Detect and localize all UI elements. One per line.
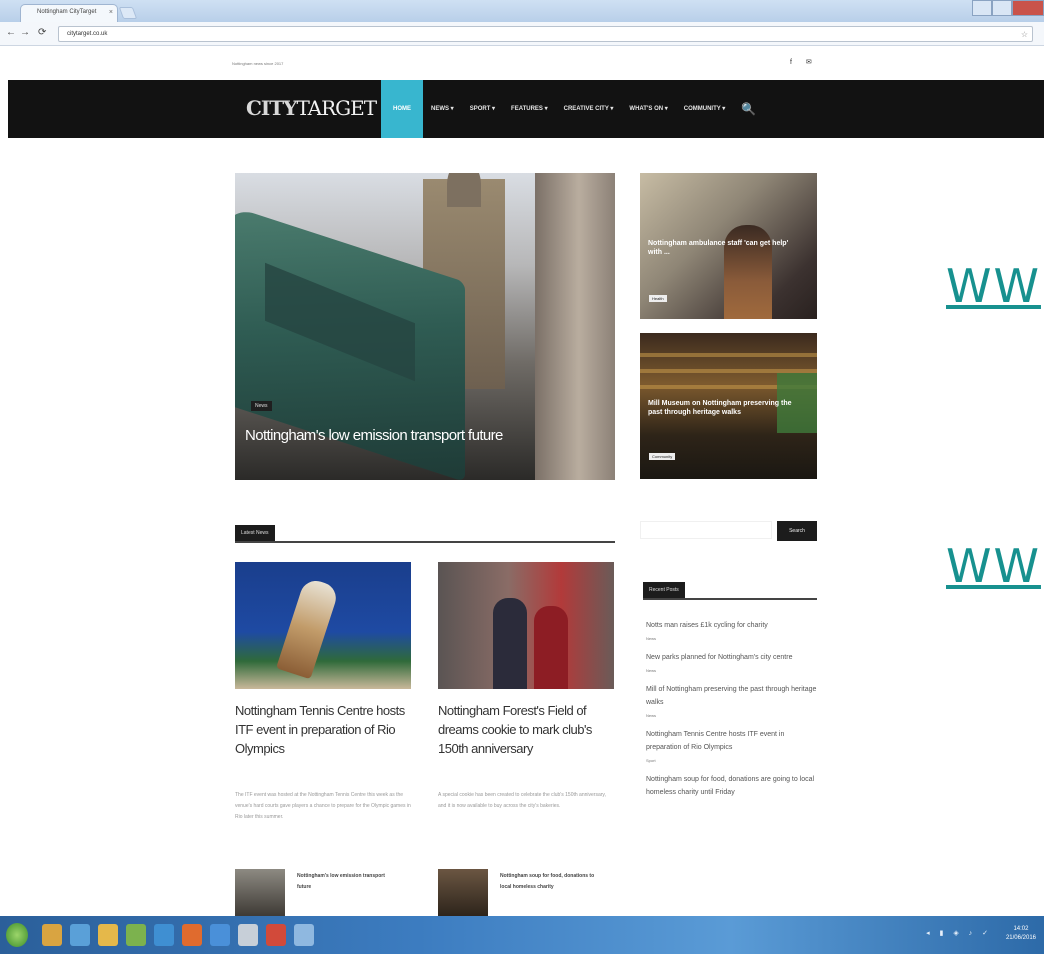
thumbnail-person: [534, 606, 568, 689]
thumbnail-figure: [276, 576, 340, 680]
post-meta: News: [646, 668, 657, 673]
site-logo[interactable]: CITYTARGET: [246, 96, 377, 120]
article-thumbnail[interactable]: [438, 562, 614, 689]
back-arrow-icon[interactable]: ←: [6, 28, 16, 38]
site-topbar-text: Nottingham news since 2017: [232, 61, 284, 66]
post-title[interactable]: Nottingham soup for food, donations are …: [646, 773, 818, 799]
article-title[interactable]: Nottingham Tennis Centre hosts ITF event…: [235, 701, 411, 758]
post-title[interactable]: Nottingham Tennis Centre hosts ITF event…: [646, 728, 818, 754]
latest-news-label: Latest News: [235, 525, 275, 541]
article-excerpt: The ITF event was hosted at the Nottingh…: [235, 792, 411, 820]
list-item[interactable]: Mill of Nottingham preserving the past t…: [646, 683, 818, 718]
small-article-thumbnail[interactable]: [235, 869, 285, 916]
small-article-thumbnail[interactable]: [438, 869, 488, 916]
taskbar-app-icon[interactable]: [154, 924, 174, 946]
article-card[interactable]: Nottingham Tennis Centre hosts ITF event…: [235, 562, 411, 823]
taskbar-app-icon[interactable]: [266, 924, 286, 946]
new-tab-button[interactable]: [118, 7, 138, 19]
article-title[interactable]: Nottingham Forest's Field of dreams cook…: [438, 701, 614, 758]
site-header: CITYTARGET Home News ▾ Sport ▾ Features …: [8, 80, 1044, 138]
post-meta: Sport: [646, 758, 656, 763]
hero-category-tag[interactable]: News: [251, 401, 272, 411]
minimize-button[interactable]: [972, 0, 992, 16]
main-menu: Home News ▾ Sport ▾ Features ▾ Creative …: [381, 80, 764, 138]
sidebar-search-button[interactable]: Search: [777, 521, 817, 541]
taskbar-clock[interactable]: 14:02 21/06/2016: [1006, 925, 1036, 943]
taskbar-app-icon[interactable]: [238, 924, 258, 946]
article-excerpt: A special cookie has been created to cel…: [438, 792, 606, 809]
post-meta: News: [646, 636, 657, 641]
clock-date: 21/06/2016: [1005, 935, 1036, 941]
taskbar-app-icon[interactable]: [294, 924, 314, 946]
browser-tab[interactable]: Nottingham CityTarget ×: [20, 4, 118, 22]
small-article-title[interactable]: Nottingham soup for food, donations to l…: [500, 871, 600, 893]
logo-target: TARGET: [296, 96, 377, 120]
overlay-link-text[interactable]: WW: [946, 539, 1041, 593]
hero-image-dome: [447, 173, 481, 207]
side-card-2[interactable]: Mill Museum on Nottingham preserving the…: [640, 333, 817, 479]
menu-item-home[interactable]: Home: [381, 80, 423, 138]
side-card-tag[interactable]: Community: [649, 453, 676, 460]
menu-item-features[interactable]: Features ▾: [503, 80, 556, 138]
recent-posts-label: Recent Posts: [643, 582, 685, 598]
browser-titlebar: Nottingham CityTarget ×: [0, 0, 1044, 22]
list-item[interactable]: New parks planned for Nottingham's city …: [646, 651, 818, 673]
article-thumbnail[interactable]: [235, 562, 411, 689]
overlay-link-text[interactable]: WW: [946, 259, 1041, 313]
taskbar-app-icon[interactable]: [70, 924, 90, 946]
web-page: Nottingham news since 2017 f ✉ CITYTARGE…: [0, 47, 1044, 916]
menu-item-news[interactable]: News ▾: [423, 80, 462, 138]
taskbar-app-icon[interactable]: [42, 924, 62, 946]
list-item[interactable]: Notts man raises £1k cycling for charity…: [646, 619, 818, 641]
menu-item-sport[interactable]: Sport ▾: [462, 80, 503, 138]
browser-toolbar: ← → ⟳ citytarget.co.uk ☆: [0, 22, 1044, 46]
post-meta: News: [646, 713, 657, 718]
forward-arrow-icon[interactable]: →: [20, 28, 30, 38]
card-image-stripe: [640, 353, 817, 357]
side-card-tag[interactable]: Health: [649, 295, 667, 302]
tab-title: Nottingham CityTarget: [37, 9, 97, 15]
side-card-title[interactable]: Nottingham ambulance staff 'can get help…: [648, 239, 798, 257]
search-icon[interactable]: 🔍: [733, 80, 764, 138]
window-controls: [972, 0, 1044, 18]
taskbar-app-icon[interactable]: [182, 924, 202, 946]
taskbar-app-icon[interactable]: [210, 924, 230, 946]
taskbar-app-icon[interactable]: [98, 924, 118, 946]
maximize-button[interactable]: [992, 0, 1012, 16]
recent-posts-list: Notts man raises £1k cycling for charity…: [646, 619, 818, 809]
article-card[interactable]: Nottingham Forest's Field of dreams cook…: [438, 562, 614, 812]
list-item[interactable]: Nottingham soup for food, donations are …: [646, 773, 818, 799]
clock-time: 14:02: [1013, 926, 1029, 932]
close-window-button[interactable]: [1012, 0, 1044, 16]
menu-item-community[interactable]: Community ▾: [676, 80, 734, 138]
post-title[interactable]: Mill of Nottingham preserving the past t…: [646, 683, 818, 709]
menu-item-creative-city[interactable]: Creative City ▾: [556, 80, 622, 138]
side-card-1[interactable]: Nottingham ambulance staff 'can get help…: [640, 173, 817, 319]
small-article-title[interactable]: Nottingham's low emission transport futu…: [297, 871, 397, 893]
os-taskbar: ◂ ▮ ◈ ♪ ✓ 14:02 21/06/2016: [0, 916, 1044, 954]
latest-news-header: Latest News: [235, 523, 615, 543]
list-item[interactable]: Nottingham Tennis Centre hosts ITF event…: [646, 728, 818, 763]
system-tray-icons[interactable]: ◂ ▮ ◈ ♪ ✓: [926, 929, 992, 937]
taskbar-pinned-apps: [42, 924, 314, 946]
post-title[interactable]: Notts man raises £1k cycling for charity: [646, 619, 818, 632]
post-title[interactable]: New parks planned for Nottingham's city …: [646, 651, 818, 664]
thumbnail-person: [493, 598, 527, 689]
logo-city: CITY: [246, 96, 297, 120]
hero-article[interactable]: News Nottingham's low emission transport…: [235, 173, 615, 480]
address-bar[interactable]: citytarget.co.uk ☆: [58, 26, 1033, 42]
recent-posts-header: Recent Posts: [643, 580, 817, 600]
hero-title[interactable]: Nottingham's low emission transport futu…: [245, 427, 585, 444]
bookmark-star-icon[interactable]: ☆: [1021, 30, 1028, 39]
start-button[interactable]: [6, 923, 28, 947]
side-card-title[interactable]: Mill Museum on Nottingham preserving the…: [648, 399, 798, 417]
menu-item-whats-on[interactable]: What's On ▾: [621, 80, 675, 138]
social-icons[interactable]: f ✉: [790, 58, 818, 66]
tab-close-icon[interactable]: ×: [109, 9, 113, 16]
address-url: citytarget.co.uk: [67, 31, 108, 37]
reload-icon[interactable]: ⟳: [38, 28, 46, 38]
sidebar-search-input[interactable]: [640, 521, 772, 539]
taskbar-app-icon[interactable]: [126, 924, 146, 946]
